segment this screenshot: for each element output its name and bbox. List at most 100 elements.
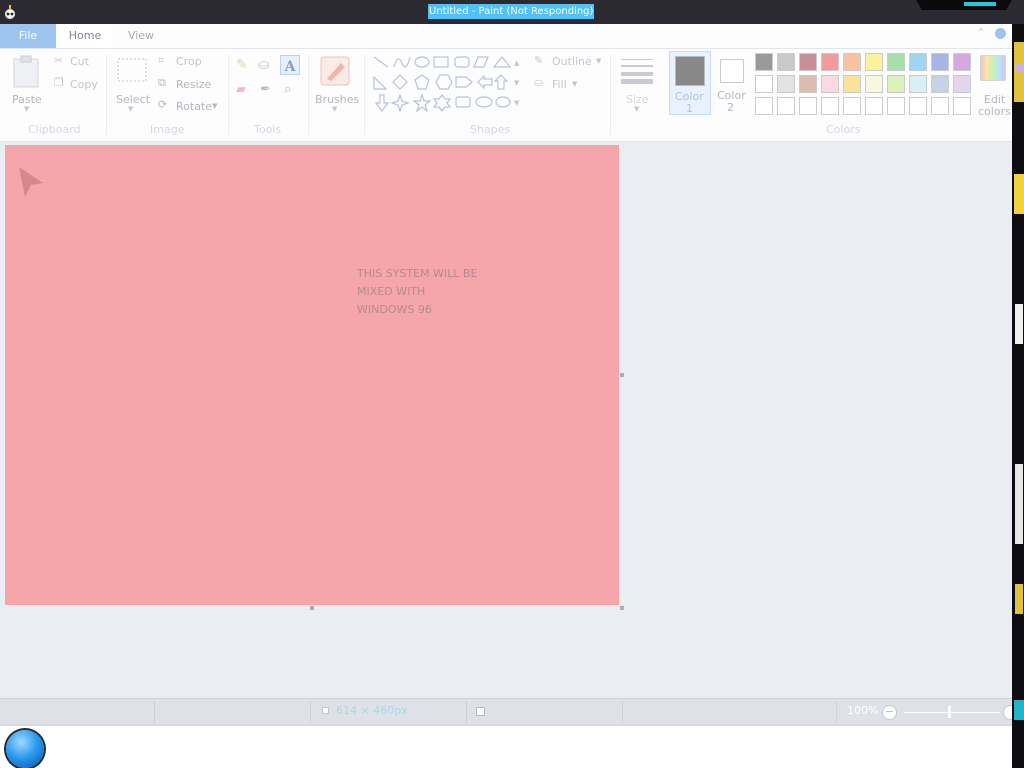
color2-button[interactable]: Color 2 [713, 51, 753, 115]
palette-swatch[interactable] [821, 53, 839, 71]
palette-swatch[interactable] [755, 97, 773, 115]
status-divider [836, 701, 837, 723]
palette-swatch[interactable] [887, 97, 905, 115]
palette-swatch[interactable] [909, 75, 927, 93]
ribbon-separator [228, 55, 229, 135]
magnifier-icon[interactable]: ⌕ [284, 82, 291, 97]
paste-button[interactable]: Paste ▼ [8, 53, 46, 113]
palette-swatch[interactable] [909, 97, 927, 115]
resize-handle-right[interactable] [620, 373, 624, 377]
copy-button[interactable]: Copy [70, 78, 98, 91]
tab-home[interactable]: Home [58, 24, 112, 48]
palette-swatch[interactable] [777, 75, 795, 93]
zoom-in-button[interactable] [1003, 705, 1012, 720]
palette-swatch[interactable] [887, 75, 905, 93]
palette-swatch[interactable] [843, 75, 861, 93]
status-divider [310, 701, 311, 723]
palette-swatch[interactable] [799, 75, 817, 93]
zoom-out-button[interactable]: − [882, 705, 897, 720]
edit-colors-button[interactable]: Edit colors [976, 53, 1012, 118]
outline-button[interactable]: Outline [552, 55, 592, 68]
help-icon[interactable] [995, 27, 1006, 39]
palette-swatch[interactable] [931, 97, 949, 115]
fill-button[interactable]: Fill [552, 78, 567, 91]
canvas-area: THIS SYSTEM WILL BE MIXED WITH WINDOWS 9… [0, 142, 1012, 698]
rotate-icon: ⟳ [158, 98, 168, 111]
zoom-level: 100% [847, 704, 879, 717]
color2-swatch [720, 59, 744, 83]
zoom-slider-thumb[interactable] [948, 706, 951, 718]
svg-text:▲: ▲ [514, 59, 520, 67]
rotate-dropdown-icon: ▼ [212, 102, 218, 110]
text-tool-button[interactable]: A [280, 55, 300, 75]
paste-dropdown-icon: ▼ [24, 105, 30, 113]
fill-dropdown-icon: ▼ [572, 80, 578, 88]
select-icon [117, 58, 147, 82]
select-dropdown-icon: ▼ [128, 105, 134, 113]
ribbon-separator [308, 55, 309, 135]
palette-swatch[interactable] [953, 53, 971, 71]
palette-swatch[interactable] [909, 53, 927, 71]
tab-file[interactable]: File [0, 24, 56, 48]
canvas-text-line: MIXED WITH [357, 285, 426, 298]
palette-swatch[interactable] [843, 53, 861, 71]
resize-icon: ⧉ [158, 76, 166, 89]
fill-bucket-icon[interactable]: ⛀ [258, 57, 270, 73]
cut-button[interactable]: Cut [70, 55, 89, 68]
palette-swatch[interactable] [887, 53, 905, 71]
resize-button[interactable]: Resize [176, 78, 211, 91]
brushes-button[interactable]: Brushes ▼ [312, 53, 359, 115]
fill-icon: ⛀ [534, 76, 544, 89]
paste-icon [13, 55, 39, 88]
palette-swatch[interactable] [755, 75, 773, 93]
palette-swatch[interactable] [865, 75, 883, 93]
shapes-gallery[interactable]: ▲ ▼ ▼ [370, 53, 520, 115]
cursor-arrow-icon [19, 167, 43, 197]
palette-swatch[interactable] [953, 97, 971, 115]
palette-swatch[interactable] [821, 97, 839, 115]
image-group-label: Image [150, 123, 185, 136]
start-button[interactable] [6, 730, 44, 768]
svg-text:▼: ▼ [514, 99, 520, 107]
palette-swatch[interactable] [755, 53, 773, 71]
palette-swatch[interactable] [953, 75, 971, 93]
edit-colors-label-line2: colors [978, 105, 1011, 118]
color-picker-icon[interactable]: ✒ [260, 82, 271, 97]
palette-swatch[interactable] [777, 97, 795, 115]
ribbon-separator [106, 55, 107, 135]
color1-button[interactable]: Color 1 [669, 51, 711, 115]
rotate-button[interactable]: Rotate [176, 100, 212, 113]
outline-dropdown-icon: ▼ [596, 57, 602, 65]
minimize-ribbon-icon[interactable]: ⌃ [976, 26, 985, 39]
drawing-canvas[interactable]: THIS SYSTEM WILL BE MIXED WITH WINDOWS 9… [5, 145, 619, 605]
scissors-icon: ✂ [54, 54, 64, 67]
tools-group-label: Tools [254, 123, 282, 136]
eraser-icon[interactable]: ▰ [236, 82, 246, 97]
pencil-icon[interactable]: ✎ [236, 57, 248, 73]
palette-swatch[interactable] [821, 75, 839, 93]
color1-swatch [675, 56, 705, 86]
palette-swatch[interactable] [931, 75, 949, 93]
palette-swatch[interactable] [777, 53, 795, 71]
palette-swatch[interactable] [843, 97, 861, 115]
palette-swatch[interactable] [865, 97, 883, 115]
tab-view[interactable]: View [114, 24, 168, 48]
palette-swatch[interactable] [931, 53, 949, 71]
window-title: Untitled - Paint (Not Responding) [428, 4, 595, 19]
zoom-slider[interactable] [904, 706, 1000, 718]
resize-handle-bottom[interactable] [310, 606, 314, 610]
size-button[interactable]: Size ▼ [616, 53, 658, 115]
ribbon-separator [610, 55, 611, 135]
text-tool-icon: A [284, 59, 296, 75]
background-window-edge [1012, 24, 1024, 768]
crop-button[interactable]: Crop [176, 55, 202, 68]
canvas-size-icon [322, 707, 329, 714]
window-controls-decoration [916, 0, 1012, 10]
palette-swatch[interactable] [799, 53, 817, 71]
resize-handle-corner[interactable] [620, 606, 624, 610]
colors-group-label: Colors [826, 123, 861, 136]
select-button[interactable]: Select ▼ [112, 53, 152, 115]
color2-number: 2 [727, 101, 734, 114]
palette-swatch[interactable] [799, 97, 817, 115]
palette-swatch[interactable] [865, 53, 883, 71]
